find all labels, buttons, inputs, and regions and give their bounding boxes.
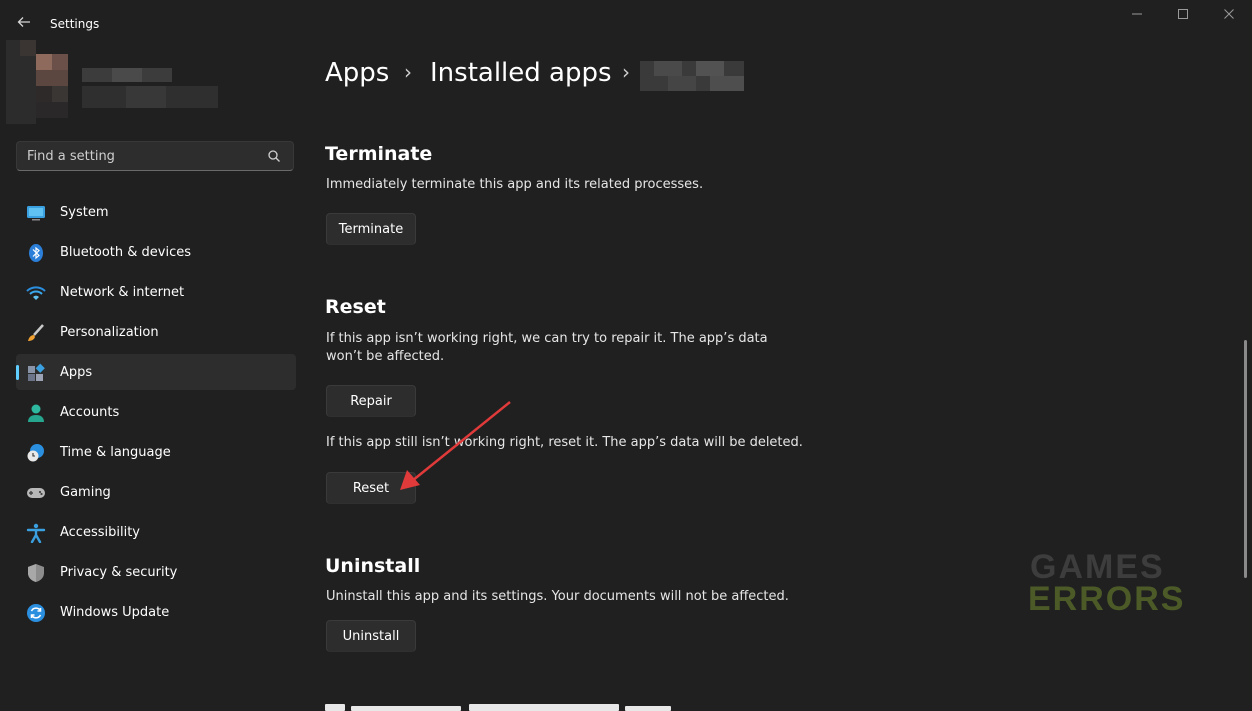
accessibility-icon — [26, 523, 46, 543]
sidebar-item-personalization[interactable]: Personalization — [16, 314, 296, 350]
sidebar-item-time-language[interactable]: Time & language — [16, 434, 296, 470]
uninstall-description: Uninstall this app and its settings. You… — [326, 589, 789, 604]
shield-icon — [28, 564, 44, 582]
window-title: Settings — [50, 17, 100, 31]
close-icon[interactable] — [1218, 8, 1240, 26]
scrollbar-thumb[interactable] — [1244, 340, 1247, 578]
sidebar-item-gaming[interactable]: Gaming — [16, 474, 296, 510]
wifi-icon — [26, 286, 46, 300]
back-arrow-icon[interactable] — [14, 14, 34, 34]
chevron-right-icon: › — [622, 60, 630, 84]
sidebar-item-privacy[interactable]: Privacy & security — [16, 554, 296, 590]
reset-heading: Reset — [325, 296, 386, 318]
search-placeholder: Find a setting — [27, 149, 115, 164]
terminate-description: Immediately terminate this app and its r… — [326, 177, 704, 192]
app-name-redacted — [640, 61, 744, 91]
update-icon — [27, 604, 45, 622]
repair-description-line1: If this app isn’t working right, we can … — [326, 331, 768, 346]
sidebar-item-bluetooth[interactable]: Bluetooth & devices — [16, 234, 296, 270]
sidebar-item-system[interactable]: System — [16, 194, 296, 230]
uninstall-button[interactable]: Uninstall — [326, 620, 416, 652]
sidebar-item-windows-update[interactable]: Windows Update — [16, 594, 296, 630]
clock-globe-icon — [27, 444, 44, 462]
maximize-icon[interactable] — [1172, 8, 1194, 26]
breadcrumb-apps[interactable]: Apps — [325, 58, 389, 88]
search-icon — [268, 150, 280, 162]
breadcrumb-installed-apps[interactable]: Installed apps — [430, 58, 612, 88]
minimize-icon[interactable] — [1126, 8, 1148, 26]
search-input[interactable]: Find a setting — [16, 141, 294, 171]
bluetooth-icon — [29, 244, 43, 262]
brush-icon — [28, 324, 44, 341]
sidebar-item-apps[interactable]: Apps — [16, 354, 296, 390]
uninstall-heading: Uninstall — [325, 555, 421, 577]
profile-avatar[interactable] — [6, 40, 218, 128]
sidebar-item-network[interactable]: Network & internet — [16, 274, 296, 310]
person-icon — [28, 404, 44, 422]
chevron-right-icon: › — [404, 60, 412, 84]
system-icon — [27, 206, 45, 221]
sidebar-nav: System Bluetooth & devices Network & int… — [16, 194, 296, 634]
apps-icon — [28, 363, 45, 381]
selection-indicator — [16, 365, 19, 380]
sidebar-item-accounts[interactable]: Accounts — [16, 394, 296, 430]
watermark-line2: ERRORS — [1028, 580, 1186, 618]
annotation-arrow — [400, 401, 511, 490]
sidebar-item-accessibility[interactable]: Accessibility — [16, 514, 296, 550]
next-section-heading-clipped — [325, 702, 675, 711]
repair-description-line2: won’t be affected. — [326, 349, 445, 364]
terminate-button[interactable]: Terminate — [326, 213, 416, 245]
terminate-heading: Terminate — [325, 143, 433, 165]
gamepad-icon — [27, 488, 45, 498]
